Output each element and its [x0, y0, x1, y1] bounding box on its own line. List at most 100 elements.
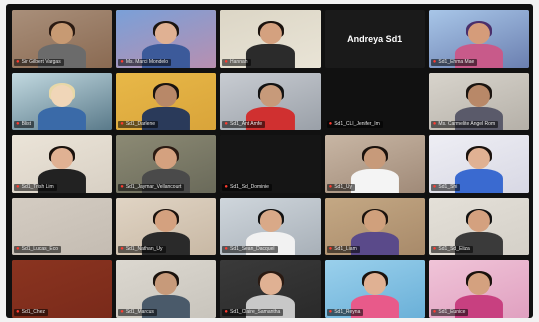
participant-tile[interactable]: ● Sd1_Uy — [324, 135, 425, 193]
participant-video-figure — [454, 146, 503, 193]
mic-muted-icon: ● — [432, 246, 437, 253]
mic-muted-icon: ● — [224, 58, 229, 65]
participant-name: Sd1_Eunice — [438, 308, 466, 315]
mic-muted-icon: ● — [16, 58, 20, 65]
participant-nameplate: ● Sd1_Ehma Mae — [430, 58, 478, 66]
mic-muted-icon: ● — [432, 308, 437, 315]
participant-nameplate: ● Sd1_Liam — [326, 246, 360, 254]
participant-name: Sd1_Liam — [334, 246, 357, 253]
participant-nameplate: ● Sd1_Ant Amfe — [222, 121, 265, 129]
participant-nameplate: ● Sd1_Sean_Dacquel — [222, 246, 278, 254]
participant-tile[interactable]: ● Sd1_Ehma Mae — [428, 10, 529, 68]
participant-name: Sir Gilbert Vargas — [21, 58, 61, 65]
participant-grid: ● Sir Gilbert Vargas ● Ms. Marci Mondelo ● Ha… — [12, 10, 529, 318]
mic-muted-icon: ● — [120, 58, 124, 65]
participant-tile[interactable]: ● Sd1_Trish Lim — [12, 135, 113, 193]
participant-tile[interactable]: ● Sd1_Sean_Dacquel — [220, 197, 321, 256]
mic-muted-icon: ● — [328, 308, 333, 315]
participant-nameplate: ● Sd1_Reyna — [326, 308, 364, 316]
participant-nameplate: ● Sd1_Eunice — [430, 308, 469, 316]
participant-nameplate: ● Ms. Carmelite Angel Rom — [430, 121, 499, 129]
participant-tile[interactable]: ● Sd1_Liam — [324, 197, 425, 256]
participant-nameplate: ● Sd1_Darlene — [118, 121, 158, 129]
participant-tile[interactable]: ● Ms. Marci Mondelo — [116, 10, 217, 68]
mic-muted-icon: ● — [120, 183, 124, 190]
mic-muted-icon: ● — [224, 308, 229, 315]
participant-name: Sd1_Marcus — [125, 308, 154, 315]
participant-nameplate: ● Hannah — [222, 58, 251, 66]
participant-name: Sd1_Ehma Mae — [438, 58, 475, 65]
participant-name: Sd1_Lucas_Eco — [21, 246, 59, 253]
mic-muted-icon: ● — [120, 246, 124, 253]
participant-nameplate: ● Sir Gilbert Vargas — [14, 58, 64, 66]
participant-name: Sd1_Claire_Samantha — [230, 308, 281, 315]
participant-nameplate: ● Sd1_Marcus — [118, 308, 157, 316]
participant-nameplate: ● Sd1_Chez — [14, 308, 48, 316]
participant-nameplate: ● Blist — [14, 121, 35, 129]
participant-tile[interactable]: ● Sd1_CLI_Jenifer_Im — [324, 72, 425, 131]
mic-muted-icon: ● — [120, 121, 124, 128]
participant-nameplate: ● Ms. Marci Mondelo — [118, 58, 172, 66]
participant-name: Sd1_Darlene — [125, 121, 155, 128]
participant-name: Blist — [21, 121, 32, 128]
participant-nameplate: ● Sd1_Nathan_Uy — [118, 246, 166, 254]
mic-muted-icon: ● — [16, 246, 20, 253]
mic-muted-icon: ● — [224, 121, 229, 128]
mic-muted-icon: ● — [432, 183, 437, 190]
participant-tile[interactable]: ● Sd1_Nathan_Uy — [116, 197, 217, 256]
mic-muted-icon: ● — [432, 121, 437, 128]
mic-muted-icon: ● — [16, 183, 20, 190]
mic-muted-icon: ● — [120, 308, 124, 315]
video-gallery-window: ● Sir Gilbert Vargas ● Ms. Marci Mondelo ● Ha… — [6, 4, 533, 318]
mic-muted-icon: ● — [16, 308, 20, 315]
participant-name-center: Andreya Sd1 — [347, 33, 403, 44]
participant-tile[interactable]: ● Sd1_Shi — [428, 135, 529, 193]
participant-tile[interactable]: ● Sd1_Ant Amfe — [220, 72, 321, 131]
participant-nameplate: ● Sd1_Uy — [326, 183, 356, 191]
participant-name: Hannah — [230, 58, 248, 65]
participant-video-figure — [38, 83, 87, 131]
participant-nameplate: ● Sd1_CLI_Jenifer_Im — [326, 121, 383, 129]
participant-name: Sd1_Ant Amfe — [230, 121, 262, 128]
participant-tile[interactable]: ● Sd1_Eunice — [428, 260, 529, 318]
participant-tile[interactable]: ● Sd1_Sd_Eliza — [428, 197, 529, 256]
participant-tile[interactable]: Andreya Sd1 — [324, 10, 425, 68]
participant-tile[interactable]: ● Sd1_Claire_Samantha — [220, 260, 321, 318]
participant-nameplate: ● Sd1_Trish Lim — [14, 183, 57, 191]
participant-name: Sd1_Nathan_Uy — [125, 246, 163, 253]
participant-name: Sd1_CLI_Jenifer_Im — [334, 121, 380, 128]
mic-muted-icon: ● — [224, 183, 229, 190]
participant-tile[interactable]: ● Sd1_Lucas_Eco — [12, 197, 113, 256]
participant-nameplate: ● Sd1_Claire_Samantha — [222, 308, 284, 316]
participant-name: Sd1_Jaymar_Vellancourt — [125, 183, 182, 190]
participant-tile[interactable]: ● Sd1_Reyna — [324, 260, 425, 318]
participant-nameplate: ● Sd1_Sd_Dominie — [222, 183, 272, 191]
participant-tile[interactable]: ● Hannah — [220, 10, 321, 68]
participant-name: Sd1_Shi — [438, 183, 458, 190]
participant-name: Sd1_Chez — [21, 308, 45, 315]
participant-name: Sd1_Sean_Dacquel — [230, 246, 275, 253]
mic-muted-icon: ● — [328, 246, 333, 253]
mic-muted-icon: ● — [328, 183, 333, 190]
participant-name: Ms. Marci Mondelo — [125, 58, 169, 65]
participant-tile[interactable]: ● Blist — [12, 72, 113, 131]
participant-name: Ms. Carmelite Angel Rom — [438, 121, 496, 128]
mic-muted-icon: ● — [328, 121, 333, 128]
participant-name: Sd1_Reyna — [334, 308, 361, 315]
participant-tile[interactable]: ● Sd1_Marcus — [116, 260, 217, 318]
participant-video-figure — [350, 146, 399, 193]
participant-nameplate: ● Sd1_Lucas_Eco — [14, 246, 62, 254]
participant-tile[interactable]: ● Sd1_Chez — [12, 260, 113, 318]
participant-tile[interactable]: ● Sd1_Sd_Dominie — [220, 135, 321, 193]
participant-tile[interactable]: ● Sd1_Darlene — [116, 72, 217, 131]
participant-name: Sd1_Trish Lim — [21, 183, 54, 190]
mic-muted-icon: ● — [432, 58, 437, 65]
participant-tile[interactable]: ● Ms. Carmelite Angel Rom — [428, 72, 529, 131]
participant-tile[interactable]: ● Sir Gilbert Vargas — [12, 10, 113, 68]
mic-muted-icon: ● — [16, 121, 20, 128]
participant-tile[interactable]: ● Sd1_Jaymar_Vellancourt — [116, 135, 217, 193]
participant-nameplate: ● Sd1_Shi — [430, 183, 461, 191]
participant-name: Sd1_Uy — [334, 183, 353, 190]
participant-video-figure — [246, 20, 295, 68]
participant-name: Sd1_Sd_Eliza — [438, 246, 470, 253]
